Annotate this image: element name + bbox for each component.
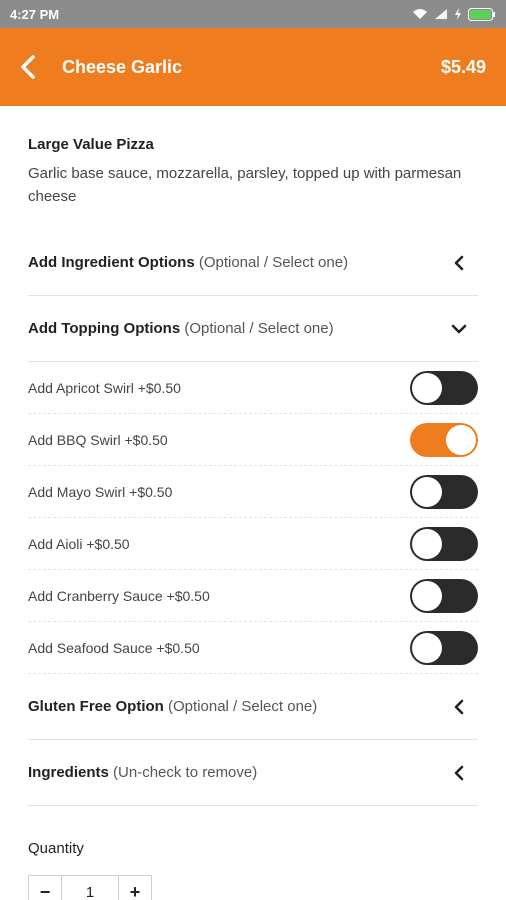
section-subtitle: (Optional / Select one) [168, 698, 318, 715]
section-title: Add Topping Options (Optional / Select o… [28, 320, 334, 337]
toggle-knob [412, 580, 442, 611]
topping-toggle[interactable] [410, 526, 478, 561]
topping-toggle[interactable] [410, 630, 478, 665]
section-title-label: Add Ingredient Options [28, 254, 195, 271]
quantity-increment-button[interactable]: + [118, 875, 152, 900]
status-bar: 4:27 PM [0, 0, 506, 28]
product-description: Garlic base sauce, mozzarella, parsley, … [28, 165, 462, 205]
signal-icon [435, 9, 447, 19]
status-icons [412, 7, 496, 21]
section-ingredient-options[interactable]: Add Ingredient Options (Optional / Selec… [28, 230, 478, 296]
content: Large Value Pizza Garlic base sauce, moz… [0, 136, 506, 900]
section-title-label: Gluten Free Option [28, 698, 164, 715]
section-subtitle: (Optional / Select one) [198, 254, 349, 271]
topping-label: Add Mayo Swirl +$0.50 [28, 483, 173, 500]
section-title: Add Ingredient Options (Optional / Selec… [28, 254, 348, 271]
battery-icon [468, 7, 495, 21]
topping-toggle[interactable] [410, 422, 478, 457]
chevron-down-icon[interactable] [448, 318, 470, 340]
back-button[interactable] [20, 47, 50, 87]
topping-row: Add Mayo Swirl +$0.50 [28, 466, 478, 518]
toggle-knob [412, 632, 442, 663]
section-topping-options[interactable]: Add Topping Options (Optional / Select o… [28, 296, 478, 362]
section-title: Gluten Free Option (Optional / Select on… [28, 698, 317, 715]
topping-toggle[interactable] [410, 370, 478, 405]
section-gluten-free[interactable]: Gluten Free Option (Optional / Select on… [28, 674, 478, 740]
header-price: $5.49 [440, 56, 486, 77]
page-title: Cheese Garlic [62, 56, 183, 77]
charging-icon [455, 8, 461, 20]
topping-label: Add BBQ Swirl +$0.50 [28, 431, 168, 448]
topping-row: Add Seafood Sauce +$0.50 [28, 622, 478, 674]
topping-label: Add Cranberry Sauce +$0.50 [28, 587, 210, 604]
toggle-knob [412, 476, 442, 507]
topping-list: Add Apricot Swirl +$0.50 Add BBQ Swirl +… [28, 362, 478, 674]
section-title: Ingredients (Un-check to remove) [28, 764, 257, 781]
chevron-left-icon[interactable] [448, 696, 470, 718]
topping-label: Add Apricot Swirl +$0.50 [28, 379, 181, 396]
chevron-left-icon [21, 55, 35, 79]
quantity-label: Quantity [28, 840, 84, 857]
topping-label: Add Aioli +$0.50 [28, 535, 130, 552]
section-subtitle: (Optional / Select one) [184, 320, 334, 337]
toggle-knob [446, 424, 476, 455]
topping-row: Add Apricot Swirl +$0.50 [28, 362, 478, 414]
chevron-left-icon[interactable] [448, 762, 470, 784]
topping-toggle[interactable] [410, 578, 478, 613]
quantity-decrement-button[interactable]: − [28, 875, 62, 900]
topping-toggle[interactable] [410, 474, 478, 509]
quantity-stepper: − 1 + [28, 875, 478, 900]
section-subtitle: (Un-check to remove) [113, 764, 258, 781]
app-bar: Cheese Garlic $5.49 [0, 28, 506, 106]
topping-row: Add Cranberry Sauce +$0.50 [28, 570, 478, 622]
topping-label: Add Seafood Sauce +$0.50 [28, 639, 200, 656]
section-ingredients[interactable]: Ingredients (Un-check to remove) [28, 740, 478, 806]
chevron-left-icon[interactable] [448, 252, 470, 274]
product-name: Large Value Pizza [28, 136, 154, 153]
section-title-label: Add Topping Options [28, 320, 181, 337]
toggle-knob [412, 372, 442, 403]
quantity-value[interactable]: 1 [62, 875, 118, 900]
topping-row: Add BBQ Swirl +$0.50 [28, 414, 478, 466]
toggle-knob [412, 528, 442, 559]
status-time: 4:27 PM [10, 6, 60, 22]
wifi-icon [413, 9, 427, 19]
section-title-label: Ingredients [28, 764, 109, 781]
topping-row: Add Aioli +$0.50 [28, 518, 478, 570]
